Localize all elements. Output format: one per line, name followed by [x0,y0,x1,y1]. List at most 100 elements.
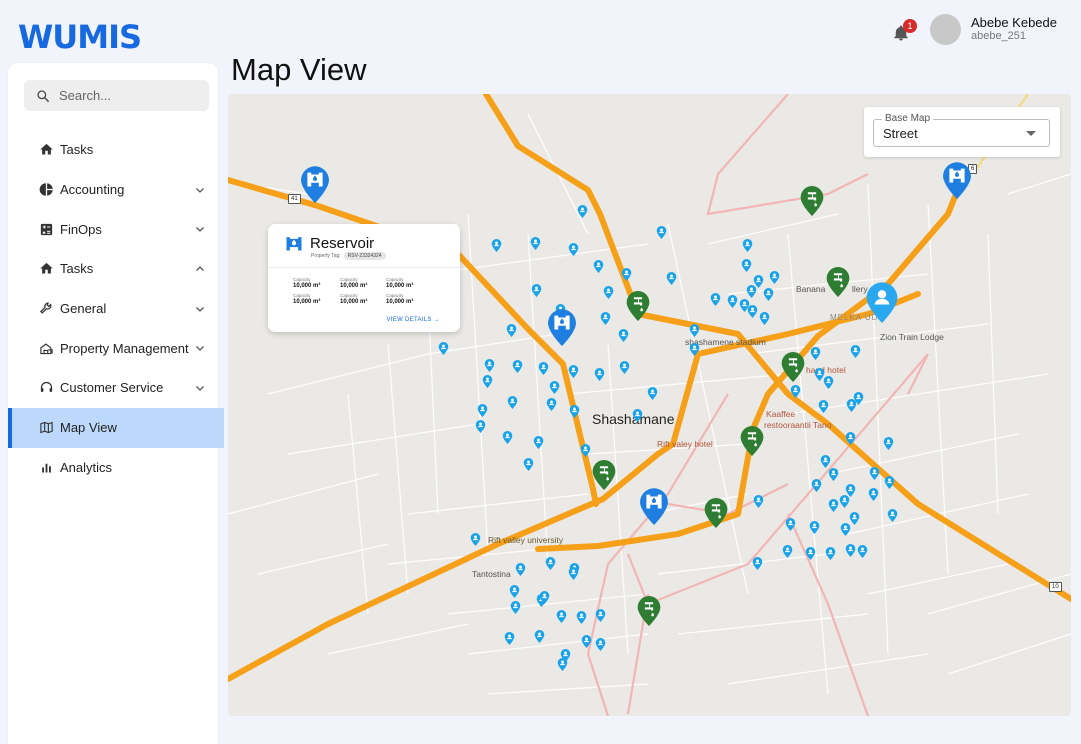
customer-marker[interactable] [741,259,752,272]
user-info[interactable]: Abebe Kebede abebe_251 [971,16,1057,43]
customer-marker[interactable] [533,436,544,449]
customer-marker[interactable] [853,392,864,405]
customer-marker[interactable] [809,521,820,534]
customer-marker[interactable] [850,345,861,358]
customer-marker[interactable] [742,239,753,252]
customer-marker[interactable] [594,368,605,381]
customer-marker[interactable] [818,400,829,413]
customer-marker[interactable] [845,544,856,557]
water-asset-marker[interactable] [799,185,825,216]
customer-marker[interactable] [869,467,880,480]
water-asset-marker[interactable] [739,425,765,456]
customer-marker[interactable] [580,444,591,457]
customer-marker[interactable] [509,585,520,598]
reservoir-marker[interactable] [941,161,973,199]
customer-marker[interactable] [523,458,534,471]
sidebar-item-accounting[interactable]: Accounting [8,170,218,210]
customer-marker[interactable] [790,385,801,398]
customer-marker[interactable] [868,488,879,501]
avatar[interactable] [929,13,961,45]
customer-marker[interactable] [568,567,579,580]
customer-marker[interactable] [619,361,630,374]
customer-marker[interactable] [539,591,550,604]
customer-marker[interactable] [549,381,560,394]
water-asset-marker[interactable] [825,266,851,297]
customer-marker[interactable] [534,630,545,643]
customer-marker[interactable] [782,545,793,558]
customer-marker[interactable] [753,495,764,508]
customer-marker[interactable] [568,365,579,378]
customer-marker[interactable] [849,512,860,525]
customer-marker[interactable] [857,545,868,558]
water-asset-marker[interactable] [625,290,651,321]
sidebar-item-property-management[interactable]: Property Management [8,328,218,368]
customer-marker[interactable] [504,632,515,645]
customer-marker[interactable] [507,396,518,409]
customer-marker[interactable] [647,387,658,400]
sidebar-item-tasks[interactable]: Tasks [8,130,218,170]
customer-marker[interactable] [506,324,517,337]
sidebar-item-general[interactable]: General [8,289,218,329]
customer-marker[interactable] [510,601,521,614]
customer-marker[interactable] [825,547,836,560]
customer-marker[interactable] [759,312,770,325]
customer-marker[interactable] [470,533,481,546]
customer-marker[interactable] [538,362,549,375]
customer-marker[interactable] [828,499,839,512]
customer-marker[interactable] [556,610,567,623]
customer-marker[interactable] [666,272,677,285]
water-asset-marker[interactable] [591,459,617,490]
wumis-logo[interactable]: WUMIS [18,18,142,56]
customer-marker[interactable] [769,271,780,284]
customer-marker[interactable] [581,635,592,648]
customer-marker[interactable] [752,557,763,570]
water-asset-marker[interactable] [703,497,729,528]
customer-marker[interactable] [746,285,757,298]
water-asset-marker[interactable] [780,351,806,382]
customer-marker[interactable] [569,405,580,418]
water-asset-marker[interactable] [636,595,662,626]
customer-marker[interactable] [546,398,557,411]
customer-marker[interactable] [727,295,738,308]
reservoir-marker[interactable] [546,308,578,346]
sidebar-item-map-view[interactable]: Map View [8,407,224,448]
sidebar-item-customer-service[interactable]: Customer Service [8,368,218,408]
customer-marker[interactable] [820,455,831,468]
customer-marker[interactable] [810,347,821,360]
customer-marker[interactable] [515,563,526,576]
sidebar-item-finops[interactable]: FinOps [8,209,218,249]
notifications-button[interactable]: 1 [892,18,917,41]
customer-marker[interactable] [823,376,834,389]
customer-marker[interactable] [883,437,894,450]
customer-marker[interactable] [656,226,667,239]
customer-marker[interactable] [710,293,721,306]
customer-marker[interactable] [689,343,700,356]
customer-marker[interactable] [828,468,839,481]
customer-marker[interactable] [595,638,606,651]
customer-marker[interactable] [475,420,486,433]
map-canvas[interactable]: 41 6 10 Shashamane Banana llery MELKA UD… [228,94,1071,716]
customer-marker[interactable] [600,312,611,325]
customer-marker[interactable] [557,658,568,671]
customer-marker[interactable] [512,360,523,373]
customer-marker[interactable] [482,375,493,388]
customer-marker[interactable] [491,239,502,252]
customer-marker[interactable] [811,479,822,492]
customer-marker[interactable] [845,432,856,445]
customer-marker[interactable] [839,495,850,508]
customer-marker[interactable] [884,476,895,489]
customer-marker[interactable] [747,305,758,318]
customer-marker[interactable] [689,324,700,337]
customer-marker[interactable] [805,547,816,560]
customer-marker[interactable] [887,509,898,522]
sidebar-item-tasks-2[interactable]: Tasks [8,249,218,289]
sidebar-item-analytics[interactable]: Analytics [8,448,218,488]
view-details-link[interactable]: VIEW DETAILS → [387,317,440,323]
customer-marker[interactable] [763,288,774,301]
customer-marker[interactable] [530,237,541,250]
customer-marker[interactable] [484,359,495,372]
base-map-select[interactable]: Base Map Street [864,107,1060,157]
customer-marker[interactable] [577,205,588,218]
reservoir-marker[interactable] [299,165,331,203]
customer-marker[interactable] [632,409,643,422]
